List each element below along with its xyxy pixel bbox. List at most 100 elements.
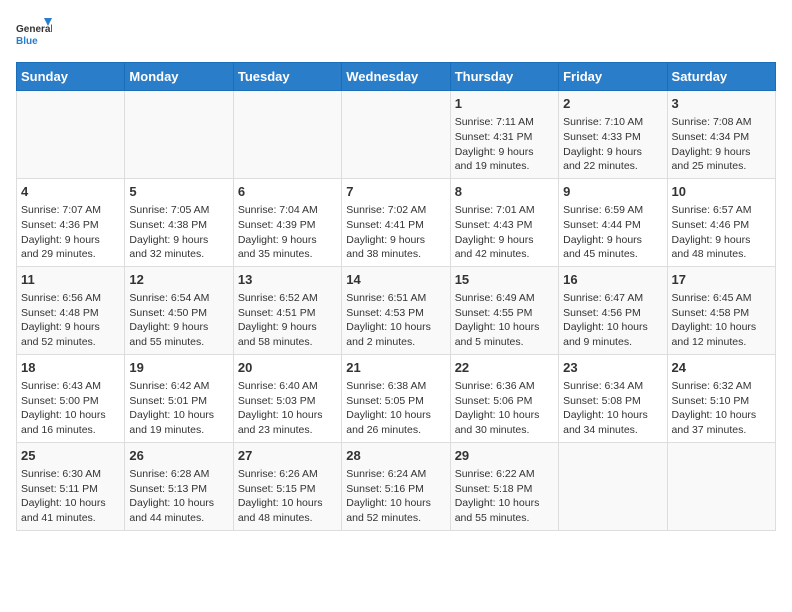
calendar-cell: 23Sunrise: 6:34 AM Sunset: 5:08 PM Dayli…: [559, 354, 667, 442]
day-info: Sunrise: 6:28 AM Sunset: 5:13 PM Dayligh…: [129, 467, 228, 526]
day-number: 20: [238, 359, 337, 377]
logo: General Blue: [16, 16, 52, 52]
day-number: 10: [672, 183, 771, 201]
logo-icon: General Blue: [16, 16, 52, 52]
day-info: Sunrise: 6:49 AM Sunset: 4:55 PM Dayligh…: [455, 291, 554, 350]
svg-text:General: General: [16, 24, 52, 35]
day-info: Sunrise: 6:22 AM Sunset: 5:18 PM Dayligh…: [455, 467, 554, 526]
calendar-cell: 9 Sunrise: 6:59 AM Sunset: 4:44 PM Daylig…: [559, 178, 667, 266]
calendar-cell: 27 Sunrise: 6:26 AM Sunset: 5:15 PM Dayli…: [233, 442, 341, 530]
week-row-1: 1 Sunrise: 7:11 AM Sunset: 4:31 PM Daylig…: [17, 91, 776, 179]
day-info: Sunrise: 6:40 AM Sunset: 5:03 PM Dayligh…: [238, 379, 337, 438]
day-number: 22: [455, 359, 554, 377]
column-header-tuesday: Tuesday: [233, 63, 341, 91]
day-info: Sunrise: 7:04 AM Sunset: 4:39 PM Dayligh…: [238, 203, 337, 262]
day-number: 18: [21, 359, 120, 377]
day-info: Sunrise: 6:52 AM Sunset: 4:51 PM Dayligh…: [238, 291, 337, 350]
day-info: Sunrise: 6:54 AM Sunset: 4:50 PM Dayligh…: [129, 291, 228, 350]
calendar-cell: 5 Sunrise: 7:05 AM Sunset: 4:38 PM Daylig…: [125, 178, 233, 266]
day-info: Sunrise: 6:30 AM Sunset: 5:11 PM Dayligh…: [21, 467, 120, 526]
day-info: Sunrise: 7:02 AM Sunset: 4:41 PM Dayligh…: [346, 203, 445, 262]
calendar-cell: 6 Sunrise: 7:04 AM Sunset: 4:39 PM Daylig…: [233, 178, 341, 266]
day-number: 27: [238, 447, 337, 465]
calendar-cell: 22 Sunrise: 6:36 AM Sunset: 5:06 PM Dayli…: [450, 354, 558, 442]
calendar-cell: [559, 442, 667, 530]
week-row-4: 18 Sunrise: 6:43 AM Sunset: 5:00 PM Dayli…: [17, 354, 776, 442]
week-row-5: 25 Sunrise: 6:30 AM Sunset: 5:11 PM Dayli…: [17, 442, 776, 530]
week-row-3: 11 Sunrise: 6:56 AM Sunset: 4:48 PM Dayli…: [17, 266, 776, 354]
day-info: Sunrise: 7:05 AM Sunset: 4:38 PM Dayligh…: [129, 203, 228, 262]
calendar-cell: [667, 442, 775, 530]
day-info: Sunrise: 6:45 AM Sunset: 4:58 PM Dayligh…: [672, 291, 771, 350]
column-header-wednesday: Wednesday: [342, 63, 450, 91]
calendar-cell: 26 Sunrise: 6:28 AM Sunset: 5:13 PM Dayli…: [125, 442, 233, 530]
calendar-cell: 18 Sunrise: 6:43 AM Sunset: 5:00 PM Dayli…: [17, 354, 125, 442]
calendar-cell: 17 Sunrise: 6:45 AM Sunset: 4:58 PM Dayli…: [667, 266, 775, 354]
calendar-cell: 1 Sunrise: 7:11 AM Sunset: 4:31 PM Daylig…: [450, 91, 558, 179]
day-number: 5: [129, 183, 228, 201]
day-number: 23: [563, 359, 662, 377]
day-number: 4: [21, 183, 120, 201]
calendar-cell: 12 Sunrise: 6:54 AM Sunset: 4:50 PM Dayli…: [125, 266, 233, 354]
day-number: 24: [672, 359, 771, 377]
column-header-friday: Friday: [559, 63, 667, 91]
calendar-cell: 13 Sunrise: 6:52 AM Sunset: 4:51 PM Dayli…: [233, 266, 341, 354]
calendar-cell: 29Sunrise: 6:22 AM Sunset: 5:18 PM Dayli…: [450, 442, 558, 530]
calendar-cell: 19 Sunrise: 6:42 AM Sunset: 5:01 PM Dayli…: [125, 354, 233, 442]
day-number: 6: [238, 183, 337, 201]
calendar-cell: 16 Sunrise: 6:47 AM Sunset: 4:56 PM Dayli…: [559, 266, 667, 354]
calendar-cell: [17, 91, 125, 179]
day-info: Sunrise: 7:08 AM Sunset: 4:34 PM Dayligh…: [672, 115, 771, 174]
day-info: Sunrise: 6:57 AM Sunset: 4:46 PM Dayligh…: [672, 203, 771, 262]
calendar-cell: 10 Sunrise: 6:57 AM Sunset: 4:46 PM Dayli…: [667, 178, 775, 266]
calendar-cell: 24 Sunrise: 6:32 AM Sunset: 5:10 PM Dayli…: [667, 354, 775, 442]
day-info: Sunrise: 6:56 AM Sunset: 4:48 PM Dayligh…: [21, 291, 120, 350]
page-container: General Blue SundayMondayTuesdayWednesda…: [16, 16, 776, 531]
day-number: 21: [346, 359, 445, 377]
calendar-cell: 15Sunrise: 6:49 AM Sunset: 4:55 PM Dayli…: [450, 266, 558, 354]
day-number: 13: [238, 271, 337, 289]
day-info: Sunrise: 6:26 AM Sunset: 5:15 PM Dayligh…: [238, 467, 337, 526]
calendar-cell: 28 Sunrise: 6:24 AM Sunset: 5:16 PM Dayli…: [342, 442, 450, 530]
day-number: 17: [672, 271, 771, 289]
day-info: Sunrise: 6:59 AM Sunset: 4:44 PM Dayligh…: [563, 203, 662, 262]
day-info: Sunrise: 7:01 AM Sunset: 4:43 PM Dayligh…: [455, 203, 554, 262]
day-number: 19: [129, 359, 228, 377]
day-number: 12: [129, 271, 228, 289]
day-number: 7: [346, 183, 445, 201]
calendar-cell: 2 Sunrise: 7:10 AM Sunset: 4:33 PM Daylig…: [559, 91, 667, 179]
day-info: Sunrise: 6:47 AM Sunset: 4:56 PM Dayligh…: [563, 291, 662, 350]
day-number: 9: [563, 183, 662, 201]
calendar-cell: 7 Sunrise: 7:02 AM Sunset: 4:41 PM Daylig…: [342, 178, 450, 266]
day-info: Sunrise: 7:10 AM Sunset: 4:33 PM Dayligh…: [563, 115, 662, 174]
day-info: Sunrise: 6:43 AM Sunset: 5:00 PM Dayligh…: [21, 379, 120, 438]
day-number: 14: [346, 271, 445, 289]
calendar-cell: 25 Sunrise: 6:30 AM Sunset: 5:11 PM Dayli…: [17, 442, 125, 530]
day-info: Sunrise: 6:24 AM Sunset: 5:16 PM Dayligh…: [346, 467, 445, 526]
day-info: Sunrise: 6:51 AM Sunset: 4:53 PM Dayligh…: [346, 291, 445, 350]
day-number: 28: [346, 447, 445, 465]
day-number: 25: [21, 447, 120, 465]
svg-text:Blue: Blue: [16, 36, 38, 47]
day-info: Sunrise: 7:11 AM Sunset: 4:31 PM Dayligh…: [455, 115, 554, 174]
calendar-cell: 8 Sunrise: 7:01 AM Sunset: 4:43 PM Daylig…: [450, 178, 558, 266]
calendar-cell: 4 Sunrise: 7:07 AM Sunset: 4:36 PM Daylig…: [17, 178, 125, 266]
calendar-cell: [125, 91, 233, 179]
day-info: Sunrise: 6:36 AM Sunset: 5:06 PM Dayligh…: [455, 379, 554, 438]
calendar-cell: [342, 91, 450, 179]
day-number: 1: [455, 95, 554, 113]
day-number: 26: [129, 447, 228, 465]
column-header-saturday: Saturday: [667, 63, 775, 91]
week-row-2: 4 Sunrise: 7:07 AM Sunset: 4:36 PM Daylig…: [17, 178, 776, 266]
header: General Blue: [16, 16, 776, 52]
day-info: Sunrise: 6:32 AM Sunset: 5:10 PM Dayligh…: [672, 379, 771, 438]
column-headers-row: SundayMondayTuesdayWednesdayThursdayFrid…: [17, 63, 776, 91]
day-number: 8: [455, 183, 554, 201]
day-number: 16: [563, 271, 662, 289]
day-number: 11: [21, 271, 120, 289]
day-number: 2: [563, 95, 662, 113]
day-info: Sunrise: 7:07 AM Sunset: 4:36 PM Dayligh…: [21, 203, 120, 262]
day-info: Sunrise: 6:42 AM Sunset: 5:01 PM Dayligh…: [129, 379, 228, 438]
day-number: 3: [672, 95, 771, 113]
calendar-cell: 20 Sunrise: 6:40 AM Sunset: 5:03 PM Dayli…: [233, 354, 341, 442]
